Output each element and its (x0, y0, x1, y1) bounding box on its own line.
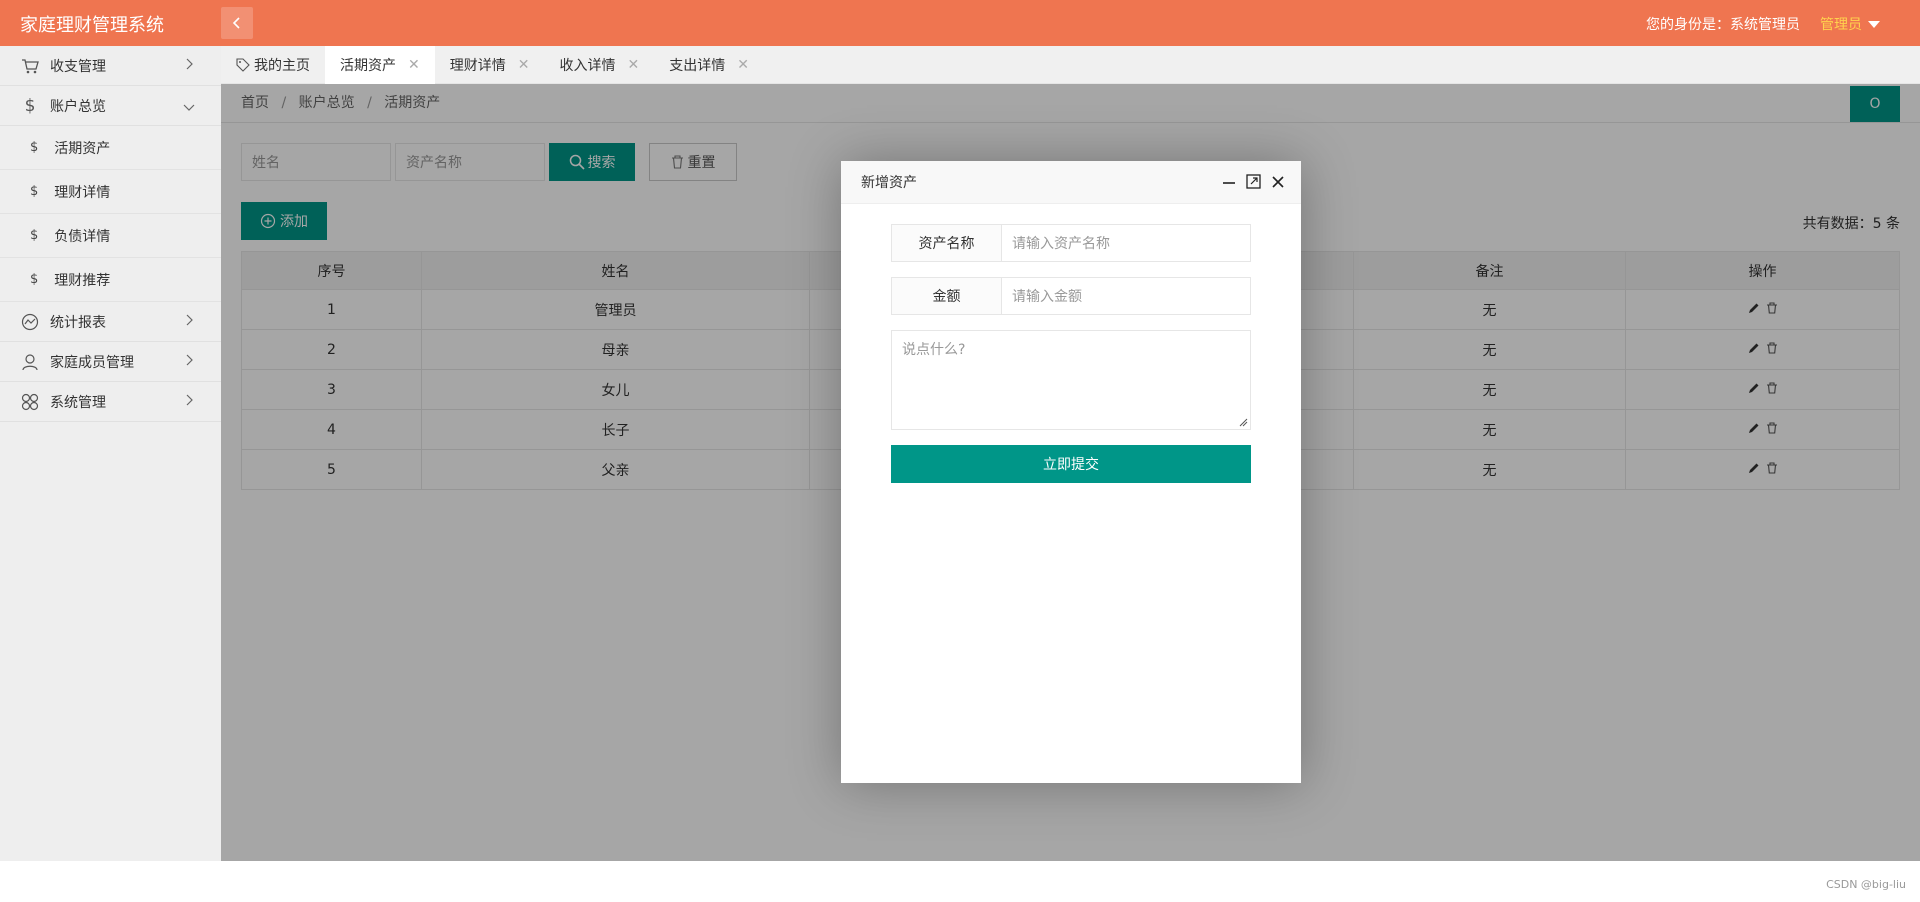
sidebar-item-account-overview[interactable]: $ 账户总览 (0, 86, 221, 126)
sidebar-subitem-label: 活期资产 (54, 140, 111, 157)
sidebar-subitem-label: 理财详情 (54, 184, 111, 201)
tab-label: 支出详情 (669, 58, 726, 74)
sidebar-item-label: 收支管理 (50, 58, 106, 75)
dollar-icon: $ (30, 140, 39, 155)
asset-name-label: 资产名称 (892, 225, 1002, 261)
dollar-icon: $ (30, 184, 39, 199)
tab-income-details[interactable]: 收入详情 ✕ (544, 46, 654, 84)
sidebar-item-label: 系统管理 (50, 394, 106, 411)
chevron-down-icon (183, 100, 195, 116)
sidebar-subitem-current-assets[interactable]: $ 活期资产 (0, 126, 221, 170)
sidebar-item-label: 账户总览 (50, 98, 106, 115)
tab-current-assets[interactable]: 活期资产 ✕ (325, 46, 435, 84)
chevron-left-icon (232, 17, 240, 29)
amount-label: 金额 (892, 278, 1002, 314)
maximize-icon[interactable] (1246, 174, 1261, 189)
add-asset-dialog: 新增资产 资产名称 请输入资产名称 金额 请输入金额 说点什么? 立即提交 (841, 161, 1301, 783)
dialog-controls (1222, 174, 1285, 189)
sidebar: 收支管理 $ 账户总览 $ 活期资产 $ 理财详情 $ 负债详情 $ 理财推荐 (0, 46, 221, 861)
tab-finance-details[interactable]: 理财详情 ✕ (435, 46, 545, 84)
close-icon[interactable]: ✕ (737, 57, 749, 73)
user-menu[interactable]: 管理员 (1820, 14, 1880, 34)
sidebar-subitem-debt-details[interactable]: $ 负债详情 (0, 214, 221, 258)
chevron-right-icon (185, 394, 193, 410)
amount-row: 金额 请输入金额 (891, 277, 1251, 315)
submit-button[interactable]: 立即提交 (891, 445, 1251, 483)
remark-textarea[interactable]: 说点什么? (891, 330, 1251, 430)
tab-bar: 我的主页 活期资产 ✕ 理财详情 ✕ 收入详情 ✕ 支出详情 ✕ (221, 46, 1920, 84)
tab-label: 我的主页 (254, 58, 310, 74)
identity-label: 您的身份是：系统管理员 (1646, 17, 1800, 33)
sidebar-toggle-button[interactable] (221, 7, 253, 39)
tab-expense-details[interactable]: 支出详情 ✕ (654, 46, 764, 84)
tab-label: 收入详情 (559, 58, 616, 74)
sidebar-subitem-finance-recommend[interactable]: $ 理财推荐 (0, 258, 221, 302)
dialog-title: 新增资产 (861, 175, 917, 191)
chevron-right-icon (185, 354, 193, 370)
close-icon[interactable]: ✕ (627, 57, 639, 73)
asset-name-input[interactable]: 请输入资产名称 (1002, 225, 1250, 261)
tab-label: 理财详情 (449, 58, 506, 74)
tab-label: 活期资产 (340, 58, 396, 74)
sidebar-item-family-members[interactable]: 家庭成员管理 (0, 342, 221, 382)
watermark: CSDN @big-liu (1826, 878, 1906, 891)
chevron-right-icon (185, 58, 193, 74)
user-icon (20, 352, 40, 372)
tab-home[interactable]: 我的主页 (221, 46, 325, 84)
asset-name-row: 资产名称 请输入资产名称 (891, 224, 1251, 262)
app-title: 家庭理财管理系统 (20, 15, 164, 36)
close-icon[interactable]: ✕ (518, 57, 530, 73)
sidebar-subitem-finance-details[interactable]: $ 理财详情 (0, 170, 221, 214)
header-user-area: 您的身份是：系统管理员 管理员 (1646, 14, 1880, 34)
amount-input[interactable]: 请输入金额 (1002, 278, 1250, 314)
sidebar-subitem-label: 理财推荐 (54, 272, 111, 289)
flower-icon (20, 392, 40, 412)
sidebar-item-statistics[interactable]: 统计报表 (0, 302, 221, 342)
close-icon[interactable]: ✕ (408, 57, 420, 73)
chevron-right-icon (185, 314, 193, 330)
dollar-icon: $ (24, 95, 36, 116)
resize-handle-icon[interactable] (1238, 417, 1248, 427)
textarea-placeholder: 说点什么? (902, 342, 966, 358)
tag-icon (236, 58, 250, 72)
top-header: 家庭理财管理系统 您的身份是：系统管理员 管理员 (0, 0, 1920, 46)
sidebar-subitem-label: 负债详情 (54, 228, 111, 245)
sidebar-item-label: 家庭成员管理 (50, 354, 134, 371)
dollar-icon: $ (30, 272, 39, 287)
chart-icon (20, 312, 40, 332)
user-role-label: 管理员 (1820, 17, 1862, 33)
caret-down-icon (1868, 20, 1880, 28)
sidebar-item-label: 统计报表 (50, 314, 106, 331)
app: 家庭理财管理系统 您的身份是：系统管理员 管理员 收支管理 $ 账户总览 $ 活… (0, 0, 1920, 861)
dollar-icon: $ (30, 228, 39, 243)
cart-icon (20, 56, 40, 76)
sidebar-item-income-expense[interactable]: 收支管理 (0, 46, 221, 86)
sidebar-item-system[interactable]: 系统管理 (0, 382, 221, 422)
minimize-icon[interactable] (1222, 175, 1236, 189)
close-icon[interactable] (1271, 175, 1285, 189)
